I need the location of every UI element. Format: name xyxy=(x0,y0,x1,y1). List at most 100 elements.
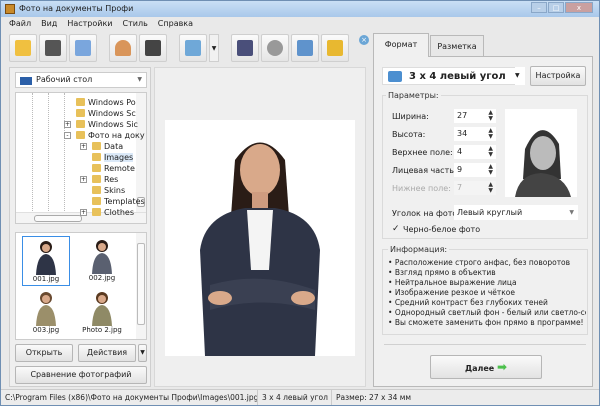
tree-node[interactable]: Images xyxy=(92,152,134,163)
shopping-cart-icon xyxy=(327,40,343,56)
maximize-button[interactable]: □ xyxy=(548,2,564,13)
folder-icon xyxy=(76,131,85,139)
format-icon xyxy=(388,71,402,82)
corner-label: Уголок на фото: xyxy=(392,209,461,218)
folder-icon xyxy=(76,109,85,117)
format-panel: 3 x 4 левый угол ▼ Настройка Параметры: … xyxy=(373,56,593,387)
info-item: Взгляд прямо в объектив xyxy=(388,268,586,278)
format-dropdown-arrow[interactable]: ▼ xyxy=(515,67,525,85)
thumbnail-item[interactable]: 002.jpg xyxy=(78,236,126,286)
toolbar: ▼ xyxy=(9,34,371,64)
param-spinner[interactable]: 9 ▲ ▼ xyxy=(454,163,496,177)
param-label: Нижнее поле: xyxy=(392,184,451,193)
menu-view[interactable]: Вид xyxy=(41,17,57,31)
bw-checkbox[interactable]: ✓ xyxy=(392,224,400,234)
menu-bar: Файл Вид Настройки Стиль Справка xyxy=(1,17,193,31)
title-bar: Фото на документы Профи – □ x xyxy=(1,1,599,17)
chevron-down-icon: ▼ xyxy=(569,209,574,216)
menu-file[interactable]: Файл xyxy=(9,17,31,31)
tree-node[interactable]: Skins xyxy=(92,185,125,196)
spin-arrows-icon[interactable]: ▲ ▼ xyxy=(488,128,493,140)
param-spinner[interactable]: 27 ▲ ▼ xyxy=(454,109,496,123)
bw-photo-preview xyxy=(505,109,577,197)
expand-toggle-icon[interactable]: + xyxy=(80,176,87,183)
format-select[interactable]: 3 x 4 левый угол xyxy=(382,67,522,85)
tree-vertical-scrollbar[interactable] xyxy=(136,93,146,213)
home-icon xyxy=(297,40,313,56)
param-spinner[interactable]: 34 ▲ ▼ xyxy=(454,127,496,141)
save-button[interactable] xyxy=(39,34,67,62)
tree-node[interactable]: Templates xyxy=(92,196,145,207)
help-button[interactable] xyxy=(231,34,259,62)
user-search-button[interactable] xyxy=(109,34,137,62)
thumbnail-item[interactable]: Photo 2.jpg xyxy=(78,288,126,338)
compare-photos-button[interactable]: Сравнение фотографий xyxy=(15,366,147,384)
open-file-button[interactable]: Открыть xyxy=(15,344,73,362)
param-spinner[interactable]: 4 ▲ ▼ xyxy=(454,145,496,159)
spin-arrows-icon[interactable]: ▲ ▼ xyxy=(488,164,493,176)
status-bar: C:\Program Files (x86)\Фото на документы… xyxy=(1,389,599,405)
thumbnail-image xyxy=(92,292,112,326)
param-label: Ширина: xyxy=(392,112,429,121)
tree-node[interactable]: Remote xyxy=(92,163,135,174)
bw-label: Черно-белое фото xyxy=(403,225,481,234)
folder-icon xyxy=(92,142,101,150)
param-label: Лицевая часть: xyxy=(392,166,457,175)
tree-node[interactable]: + Clothes xyxy=(80,207,134,218)
video-button[interactable] xyxy=(261,34,289,62)
thumbnail-scrollbar[interactable] xyxy=(136,233,146,339)
actions-dropdown[interactable]: ▼ xyxy=(138,344,147,362)
spin-arrows-icon[interactable]: ▲ ▼ xyxy=(488,146,493,158)
desktop-icon xyxy=(20,77,32,85)
spin-arrows-icon[interactable]: ▲ ▼ xyxy=(488,110,493,122)
toolbar-close-icon[interactable]: × xyxy=(359,35,369,45)
print-button[interactable] xyxy=(69,34,97,62)
main-photo xyxy=(165,120,355,356)
tab-markup[interactable]: Разметка xyxy=(430,35,484,56)
menu-style[interactable]: Стиль xyxy=(123,17,148,31)
tree-node[interactable]: Windows Sc xyxy=(76,108,136,119)
close-button[interactable]: x xyxy=(565,2,593,13)
thumbnail-item[interactable]: 001.jpg xyxy=(22,236,70,286)
actions-button[interactable]: Действия xyxy=(78,344,136,362)
param-spinner: 7 ▲ ▼ xyxy=(454,181,496,195)
image-zoom-button[interactable] xyxy=(179,34,207,62)
help-book-icon xyxy=(237,40,253,56)
tree-node[interactable]: Windows Po xyxy=(76,97,136,108)
info-item: Нейтральное выражение лица xyxy=(388,278,586,288)
home-button[interactable] xyxy=(291,34,319,62)
folder-icon xyxy=(92,197,101,205)
expand-toggle-icon[interactable]: + xyxy=(64,121,71,128)
image-zoom-dropdown[interactable]: ▼ xyxy=(209,34,219,62)
folder-tree[interactable]: Windows Po Windows Sc + Windows Sic - Фото на… xyxy=(15,92,147,224)
tree-node[interactable]: + Res xyxy=(80,174,118,185)
thumbnail-image xyxy=(36,292,56,326)
parameters-title: Параметры: xyxy=(386,91,441,100)
tab-format[interactable]: Формат xyxy=(373,33,429,57)
menu-help[interactable]: Справка xyxy=(158,17,193,31)
folder-icon xyxy=(92,186,101,194)
tree-node[interactable]: + Windows Sic xyxy=(64,119,138,130)
info-item: Изображение резкое и чёткое xyxy=(388,288,586,298)
expand-toggle-icon[interactable]: - xyxy=(64,132,71,139)
next-button[interactable]: Далее ➡ xyxy=(430,355,542,379)
folder-dropdown[interactable]: Рабочий стол ▼ xyxy=(15,72,147,88)
param-label: Верхнее поле: xyxy=(392,148,453,157)
folder-icon xyxy=(76,98,85,106)
settings-button[interactable]: Настройка xyxy=(530,66,586,86)
info-item: Однородный светлый фон - белый или светл… xyxy=(388,308,586,318)
thumbnail-item[interactable]: 003.jpg xyxy=(22,288,70,338)
tree-node[interactable]: + Data xyxy=(80,141,123,152)
expand-toggle-icon[interactable]: + xyxy=(80,209,87,216)
expand-toggle-icon[interactable]: + xyxy=(80,143,87,150)
camera-icon xyxy=(145,40,161,56)
camera-button[interactable] xyxy=(139,34,167,62)
open-button[interactable] xyxy=(9,34,37,62)
menu-settings[interactable]: Настройки xyxy=(67,17,112,31)
photo-preview-panel xyxy=(154,67,366,387)
minimize-button[interactable]: – xyxy=(531,2,547,13)
buy-button[interactable] xyxy=(321,34,349,62)
tree-node[interactable]: - Фото на доку xyxy=(64,130,145,141)
folder-icon xyxy=(76,120,85,128)
corner-select[interactable]: Левый круглый ▼ xyxy=(454,205,578,220)
